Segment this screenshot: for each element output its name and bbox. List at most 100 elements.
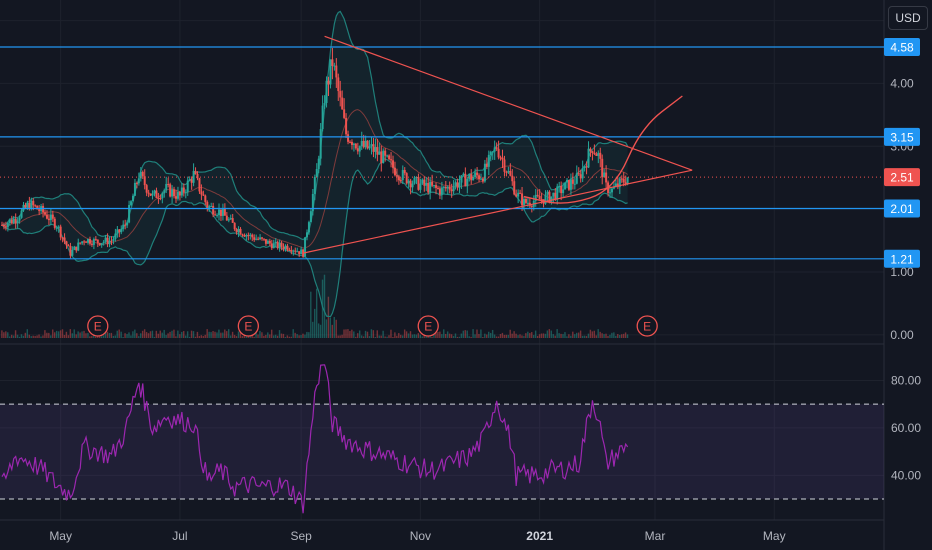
volume-bar: [358, 330, 361, 338]
candle-body: [585, 166, 588, 168]
candle-body: [231, 218, 234, 223]
candle-body: [319, 129, 322, 159]
volume-bar: [579, 330, 582, 338]
candle-body: [335, 65, 338, 78]
volume-bar: [556, 329, 558, 338]
volume-bar: [280, 333, 283, 338]
candle-body: [133, 182, 136, 196]
volume-bar: [570, 335, 572, 338]
volume-bar: [314, 308, 316, 338]
candle-body: [237, 228, 240, 233]
candle-body: [427, 182, 430, 193]
candle-body: [290, 250, 293, 252]
candle-body: [57, 226, 60, 228]
volume-bar: [26, 329, 29, 338]
volume-bar: [186, 331, 189, 338]
volume-bar: [134, 329, 136, 338]
candle-body: [411, 183, 414, 188]
volume-bar: [421, 336, 423, 338]
candle-body: [284, 245, 287, 249]
candle-body: [566, 179, 569, 183]
volume-bar: [415, 334, 418, 338]
candle-body: [171, 189, 174, 197]
candle-body: [32, 200, 35, 206]
volume-bar: [525, 333, 527, 338]
candle-body: [96, 239, 99, 244]
volume-bar: [206, 329, 208, 338]
price-chart[interactable]: EEEE 0.001.003.004.005.0040.0060.0080.00…: [0, 0, 932, 550]
candle-body: [395, 175, 398, 177]
volume-bar: [112, 335, 115, 338]
candle-body: [88, 238, 91, 244]
volume-bar: [587, 333, 590, 338]
currency-button[interactable]: USD: [888, 6, 928, 30]
volume-bar: [81, 331, 83, 338]
volume-bar: [566, 336, 568, 338]
candle-body: [198, 178, 201, 192]
volume-bar: [523, 336, 525, 338]
volume-bar: [3, 332, 5, 338]
volume-bar: [128, 332, 130, 338]
volume-bar: [300, 335, 302, 338]
candle-body: [372, 144, 375, 152]
time-tick-label: Mar: [645, 529, 666, 543]
volume-bar: [462, 330, 465, 338]
candle-body: [591, 151, 594, 153]
volume-bar: [384, 336, 386, 338]
candle-body: [34, 205, 37, 207]
candle-body: [47, 218, 50, 221]
candle-body: [184, 192, 187, 194]
candle-body: [116, 229, 119, 234]
candle-body: [491, 151, 494, 153]
volume-bar: [613, 332, 615, 338]
level-price-label: 2.01: [890, 202, 914, 216]
volume-bar: [190, 330, 193, 338]
candle-body: [175, 196, 178, 199]
volume-bar: [57, 331, 60, 338]
candle-body: [81, 241, 84, 244]
candle-body: [245, 235, 248, 237]
candle-body: [294, 250, 297, 252]
volume-bar: [282, 333, 285, 338]
volume-bar: [1, 330, 3, 338]
candle-body: [386, 155, 389, 157]
volume-bar: [515, 333, 517, 338]
time-tick-label: 2021: [526, 529, 553, 543]
candle-body: [128, 204, 131, 223]
volume-bar: [272, 335, 275, 338]
candle-body: [380, 151, 383, 164]
volume-bar: [159, 330, 161, 338]
volume-bar: [335, 319, 337, 338]
candle-body: [599, 152, 602, 159]
volume-bar: [339, 335, 341, 338]
volume-bar: [460, 333, 463, 338]
volume-bar: [30, 336, 32, 338]
volume-bar: [28, 334, 30, 338]
candle-body: [438, 188, 441, 195]
candle-body: [429, 181, 432, 193]
volume-bar: [177, 330, 179, 338]
volume-bar: [118, 329, 120, 338]
candle-body: [595, 153, 598, 156]
candle-body: [327, 80, 330, 85]
price-tick-label: 4.00: [890, 76, 914, 90]
candle-body: [73, 246, 76, 250]
candle-body: [104, 237, 107, 242]
candle-body: [63, 237, 66, 242]
volume-bar: [20, 334, 23, 338]
volume-bar: [83, 330, 85, 338]
candle-body: [307, 222, 310, 233]
candle-body: [180, 187, 183, 196]
volume-bar: [413, 334, 416, 338]
candle-body: [83, 241, 86, 243]
candle-body: [233, 222, 236, 230]
volume-bar: [298, 335, 300, 338]
volume-bar: [409, 331, 412, 338]
candle-body: [90, 243, 93, 245]
volume-bar: [259, 330, 261, 338]
candle-body: [564, 182, 567, 190]
volume-bar: [552, 334, 554, 338]
candle-body: [519, 192, 522, 194]
candle-body: [397, 176, 400, 181]
volume-bar: [497, 336, 500, 338]
